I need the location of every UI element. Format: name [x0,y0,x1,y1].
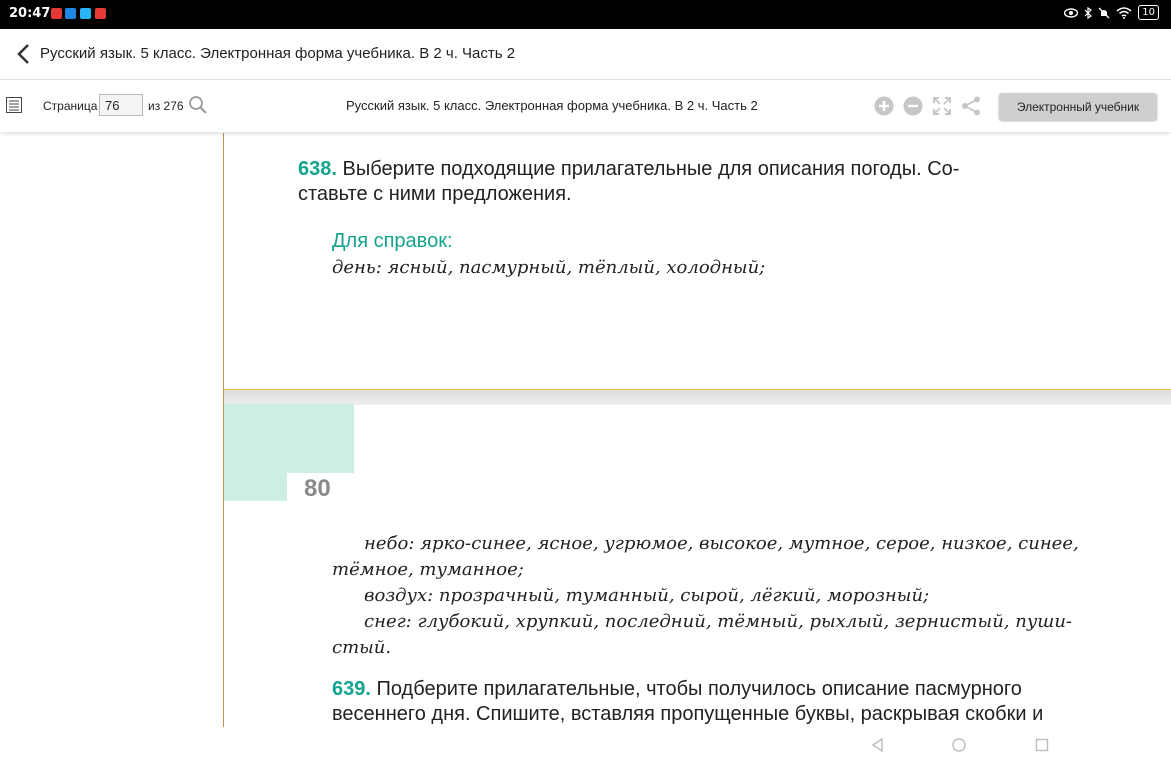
total-pages-label: из 276 [148,99,184,113]
fullscreen-icon[interactable] [931,95,953,117]
page-number-block [224,473,287,501]
system-navigation-bar [0,727,1171,763]
share-icon[interactable] [960,95,982,117]
reference-line: воздух: прозрачный, туманный, сырой, лёг… [364,585,930,606]
notification-icon [95,8,106,19]
table-of-contents-icon[interactable] [6,97,22,113]
search-icon[interactable] [188,95,208,115]
electronic-textbook-button[interactable]: Электронный учебник [999,93,1157,120]
reader-toolbar: Страница из 276 Русский язык. 5 класс. Э… [0,80,1171,132]
reference-line: день: ясный, пасмурный, тёплый, холодный… [332,257,766,278]
app-title: Русский язык. 5 класс. Электронная форма… [40,45,516,62]
book-page [0,133,1171,727]
bluetooth-icon [1084,6,1093,19]
notification-icon [51,8,62,19]
page-number-input[interactable] [99,94,143,116]
reference-title: Для справок: [332,230,453,252]
battery-indicator: 10 [1138,5,1159,20]
zoom-out-icon[interactable] [902,95,924,117]
page-separator [224,389,1171,405]
notification-icon [65,8,76,19]
status-icons: 10 [1064,5,1159,20]
back-arrow-icon[interactable] [14,42,34,66]
exercise-639-line1: 639. Подберите прилагательные, чтобы пол… [332,677,1022,702]
exercise-638-text: Выберите подходящие прилагательные для о… [342,158,960,180]
status-bar: 20:47 10 [0,0,1171,29]
reference-line: снег: глубокий, хрупкий, последний, тёмн… [364,611,1073,632]
nav-recents-icon[interactable] [1034,737,1050,753]
reference-line: небо: ярко-синее, ясное, угрюмое, высоко… [364,533,1079,554]
nav-home-icon[interactable] [951,737,967,753]
exercise-639-line2: весеннего дня. Спишите, вставляя пропуще… [332,703,1044,725]
exercise-638-number: 638. [298,158,337,180]
reference-line: стый. [332,637,392,658]
mute-icon [1098,7,1110,18]
status-time: 20:47 [9,6,51,21]
app-bar: Русский язык. 5 класс. Электронная форма… [0,29,1171,80]
page-label: Страница [43,99,98,113]
nav-back-icon[interactable] [870,737,886,753]
wifi-icon [1116,6,1132,19]
eye-icon [1064,7,1079,18]
exercise-639-text: Подберите прилагательные, чтобы получило… [376,678,1022,700]
exercise-638-line2: ставьте с ними предложения. [298,183,572,205]
page-number: 80 [304,475,331,502]
zoom-in-icon[interactable] [873,95,895,117]
book-title: Русский язык. 5 класс. Электронная форма… [346,98,758,113]
page-number-block [224,404,354,473]
exercise-638-line1: 638. Выберите подходящие прилагательные … [298,157,959,182]
exercise-639-number: 639. [332,678,371,700]
reference-line: тёмное, туманное; [332,559,524,580]
notification-icon [80,8,91,19]
